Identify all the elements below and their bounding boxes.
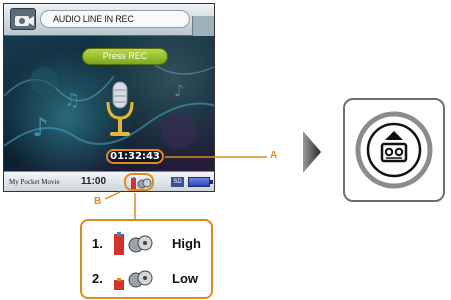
- next-arrow-icon: [303, 131, 321, 173]
- legend-item-low: 2. Low: [92, 266, 212, 292]
- callout-b-label: B: [94, 196, 102, 207]
- legend-label: High: [172, 236, 201, 251]
- legend-number: 2.: [92, 271, 103, 286]
- audio-rec-button-card: [343, 98, 445, 202]
- quality-legend: 1. High 2. Low: [80, 219, 213, 299]
- audio-rec-button-icon[interactable]: [355, 111, 433, 189]
- legend-number: 1.: [92, 236, 103, 251]
- legend-item-high: 1. High: [92, 231, 212, 257]
- quality-low-icon: [114, 270, 153, 290]
- legend-label: Low: [172, 271, 198, 286]
- quality-high-icon: [114, 232, 153, 255]
- callout-a-label: A: [270, 150, 278, 161]
